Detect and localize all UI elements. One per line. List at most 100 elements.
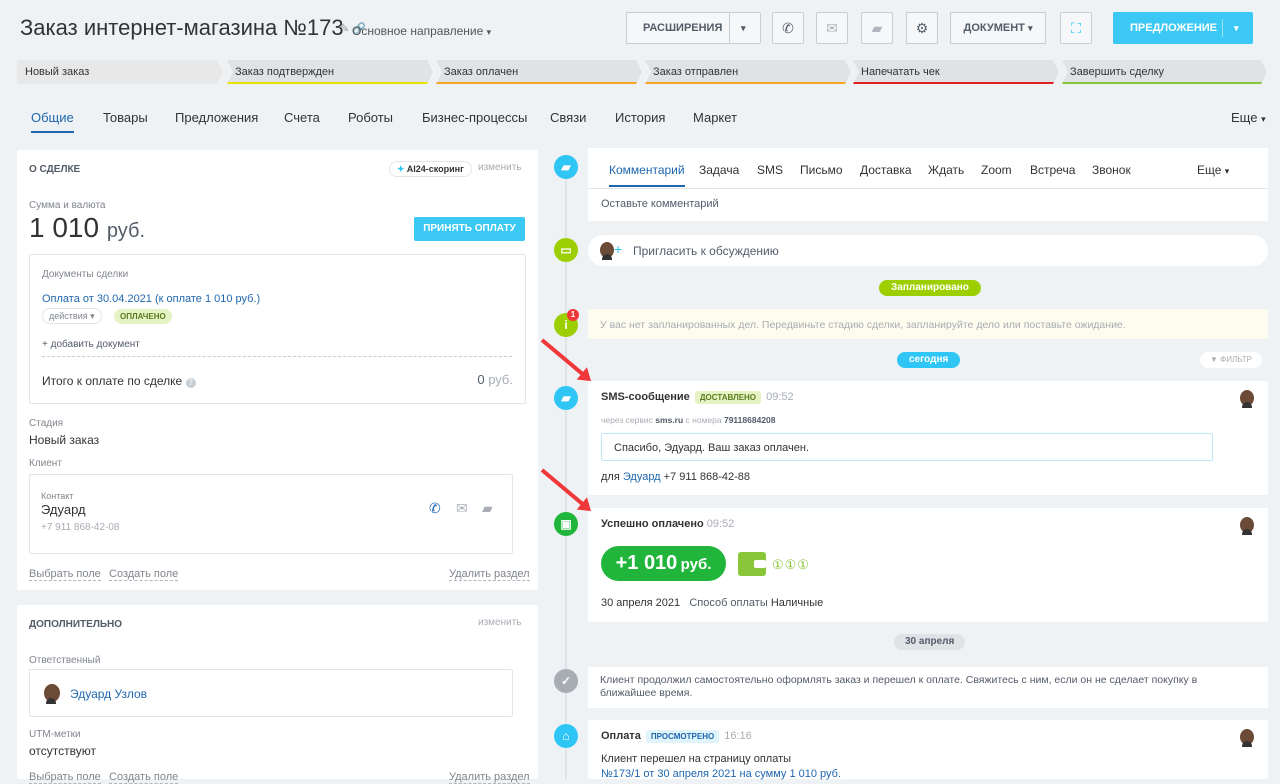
tabs-more[interactable]: Еще ▾ xyxy=(1231,110,1266,125)
activity-tab-call[interactable]: Звонок xyxy=(1092,163,1131,177)
activity-tab-more[interactable]: Еще ▾ xyxy=(1197,163,1229,177)
delete-section-link[interactable]: Удалить раздел xyxy=(449,771,530,784)
visit-link[interactable]: №173/1 от 30 апреля 2021 на сумму 1 010 … xyxy=(601,768,841,780)
funnel-icon: ▼ xyxy=(1210,355,1218,364)
avatar xyxy=(1240,729,1254,747)
tab-general[interactable]: Общие xyxy=(31,110,74,133)
coins-icon: ①①① xyxy=(772,557,810,572)
empty-plans-notice: У вас нет запланированных дел. Передвинь… xyxy=(588,309,1268,339)
tab-market[interactable]: Маркет xyxy=(693,110,737,125)
activity-tab-wait[interactable]: Ждать xyxy=(928,163,964,177)
activity-tab-email[interactable]: Письмо xyxy=(800,163,843,177)
deal-edit-link[interactable]: изменить xyxy=(478,162,522,173)
tab-business-processes[interactable]: Бизнес-процессы xyxy=(422,110,527,125)
tab-products[interactable]: Товары xyxy=(103,110,148,125)
help-icon[interactable]: ? xyxy=(185,378,196,388)
deal-sum: 1 010 руб. xyxy=(29,212,145,243)
stage-label: Стадия xyxy=(29,418,64,429)
page-header: Заказ интернет-магазина №173 ✎ 🔗 Основное… xyxy=(0,0,1280,56)
contact-name[interactable]: Эдуард xyxy=(41,502,86,517)
stage-print-receipt[interactable]: Напечатать чек xyxy=(853,60,1059,84)
chevron-down-icon: ▾ xyxy=(1027,22,1033,33)
activity-tab-zoom[interactable]: Zoom xyxy=(981,163,1012,177)
phone-icon[interactable]: ✆ xyxy=(429,500,441,517)
visit-text: Клиент перешел на страницу оплаты xyxy=(601,753,792,765)
extra-edit-link[interactable]: изменить xyxy=(478,617,522,628)
stage-new-order[interactable]: Новый заказ xyxy=(17,60,223,84)
extra-panel: ДОПОЛНИТЕЛЬНО изменить Ответственный Эду… xyxy=(17,605,538,784)
today-pill: сегодня xyxy=(897,352,961,368)
chat-icon[interactable]: ▰ xyxy=(482,500,493,517)
tab-history[interactable]: История xyxy=(615,110,665,125)
expand-icon: ⛶ xyxy=(1071,19,1081,36)
sms-title: SMS-сообщение ДОСТАВЛЕНО 09:52 xyxy=(601,391,794,404)
add-document-link[interactable]: + добавить документ xyxy=(42,339,140,350)
activity-tab-comment[interactable]: Комментарий xyxy=(609,163,685,187)
payment-doc-link[interactable]: Оплата от 30.04.2021 (к оплате 1 010 руб… xyxy=(42,293,260,305)
activity-tab-sms[interactable]: SMS xyxy=(757,163,783,177)
discussion-icon: ▭ xyxy=(554,238,578,262)
offer-button[interactable]: ПРЕДЛОЖЕНИЕ ▾ xyxy=(1113,12,1253,44)
responsible-name[interactable]: Эдуард Узлов xyxy=(70,687,147,701)
extensions-button[interactable]: РАСШИРЕНИЯ ▾ xyxy=(626,12,761,44)
sms-recipient: для Эдуард +7 911 868-42-88 xyxy=(601,471,751,483)
scoring-badge[interactable]: ✦ AI24-скоринг xyxy=(389,161,472,177)
activity-tab-task[interactable]: Задача xyxy=(699,163,739,177)
client-label: Клиент xyxy=(29,458,62,469)
choose-field-link[interactable]: Выбрать поле xyxy=(29,568,101,581)
call-button[interactable]: ✆ xyxy=(772,12,804,44)
deal-documents-box: Документы сделки Оплата от 30.04.2021 (к… xyxy=(29,254,526,404)
tab-robots[interactable]: Роботы xyxy=(348,110,393,125)
chat-button[interactable]: ▰ xyxy=(861,12,893,44)
fullscreen-button[interactable]: ⛶ xyxy=(1060,12,1092,44)
viewed-badge: ПРОСМОТРЕНО xyxy=(645,730,720,743)
deal-panel: О СДЕЛКЕ ✦ AI24-скоринг изменить Сумма и… xyxy=(17,150,538,590)
activity-tab-meeting[interactable]: Встреча xyxy=(1030,163,1075,177)
direction-selector[interactable]: Основное направление ▾ xyxy=(352,24,491,38)
payment-amount-badge: +1 010 руб. xyxy=(601,546,726,581)
avatar xyxy=(44,684,60,704)
stage-shipped[interactable]: Заказ отправлен xyxy=(645,60,851,84)
extra-panel-title: ДОПОЛНИТЕЛЬНО xyxy=(29,619,123,630)
document-button[interactable]: ДОКУМЕНТ ▾ xyxy=(950,12,1046,44)
accept-payment-button[interactable]: ПРИНЯТЬ ОПЛАТУ xyxy=(414,217,525,241)
stage-complete[interactable]: Завершить сделку xyxy=(1062,60,1267,84)
tab-links[interactable]: Связи xyxy=(550,110,586,125)
email-button[interactable]: ✉ xyxy=(816,12,848,44)
plus-icon: + xyxy=(614,241,623,257)
divider xyxy=(588,188,1268,189)
doc-actions-dropdown[interactable]: действия ▾ xyxy=(42,308,102,324)
create-field-link[interactable]: Создать поле xyxy=(109,771,179,784)
wallet-icon: ▣ xyxy=(554,512,578,536)
invite-label: Пригласить к обсуждению xyxy=(633,244,779,258)
deal-tabs: Общие Товары Предложения Счета Роботы Би… xyxy=(17,96,1267,136)
tab-offers[interactable]: Предложения xyxy=(175,110,258,125)
filter-button[interactable]: ▼ ФИЛЬТР xyxy=(1200,352,1262,368)
divider xyxy=(42,356,512,357)
date-separator: 30 апреля xyxy=(894,634,966,650)
comment-icon: ▰ xyxy=(554,155,578,179)
docs-label: Документы сделки xyxy=(42,269,129,280)
stage-paid[interactable]: Заказ оплачен xyxy=(436,60,642,84)
activity-tab-delivery[interactable]: Доставка xyxy=(860,163,912,177)
stage-value[interactable]: Новый заказ xyxy=(29,433,99,447)
paid-badge: ОПЛАЧЕНО xyxy=(114,309,172,324)
ai-icon: ✦ xyxy=(397,164,405,174)
basket-icon: ⌂ xyxy=(554,724,578,748)
stage-confirmed[interactable]: Заказ подтвержден xyxy=(227,60,433,84)
payment-details: 30 апреля 2021 Способ оплаты Наличные xyxy=(601,597,824,609)
stage-bar: Новый заказ Заказ подтвержден Заказ опла… xyxy=(17,60,1267,86)
planned-pill: Запланировано xyxy=(879,280,981,296)
comment-input[interactable]: Оставьте комментарий xyxy=(601,198,719,210)
total-label: Итого к оплате по сделке ? xyxy=(42,374,196,388)
choose-field-link[interactable]: Выбрать поле xyxy=(29,771,101,784)
create-field-link[interactable]: Создать поле xyxy=(109,568,179,581)
tab-invoices[interactable]: Счета xyxy=(284,110,320,125)
contact-phone[interactable]: +7 911 868-42-08 xyxy=(41,522,120,533)
delete-section-link[interactable]: Удалить раздел xyxy=(449,568,530,581)
sms-entry: SMS-сообщение ДОСТАВЛЕНО 09:52 через сер… xyxy=(588,381,1268,495)
invite-bar[interactable]: + Пригласить к обсуждению xyxy=(588,235,1268,266)
settings-button[interactable]: ⚙ xyxy=(906,12,938,44)
envelope-icon[interactable]: ✉ xyxy=(456,500,468,517)
visit-title: Оплата ПРОСМОТРЕНО 16:16 xyxy=(601,730,752,743)
